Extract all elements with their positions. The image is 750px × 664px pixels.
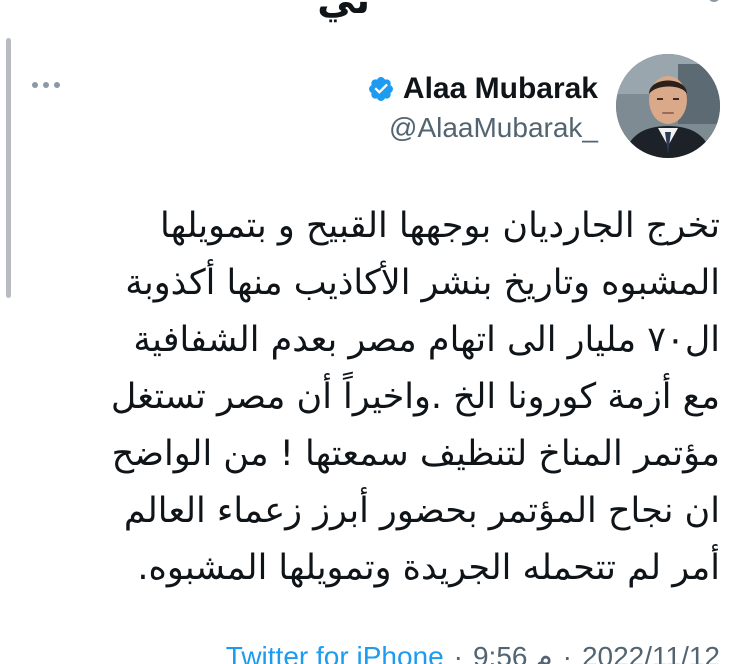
- verified-badge-icon: [367, 75, 395, 103]
- author-name-row[interactable]: Alaa Mubarak: [367, 72, 598, 106]
- tweet-line: تخرج الجارديان بوجهها القبيح و بتمويلها: [160, 206, 720, 246]
- tweet-date[interactable]: 2022/11/12: [582, 641, 720, 664]
- meta-separator: ·: [562, 641, 572, 664]
- tweet-line: المشبوه وتاريخ بنشر الأكاذيب منها أكذوبة: [125, 263, 720, 303]
- author-avatar[interactable]: [616, 54, 720, 158]
- tweet-source-link[interactable]: Twitter for iPhone: [226, 641, 444, 664]
- tweet-time[interactable]: 9:56 م: [473, 640, 553, 664]
- tweet-line: ال٧٠ مليار الى اتهام مصر بعدم الشفافية: [133, 320, 720, 360]
- previous-tweet-dot: [708, 0, 720, 2]
- tweet-line: أمر لم تتحمله الجريدة وتمويلها المشبوه.: [137, 548, 720, 588]
- tweet-line: ان نجاح المؤتمر بحضور أبرز زعماء العالم: [123, 491, 720, 531]
- tweet-meta: 2022/11/12 · 9:56 م · Twitter for iPhone: [226, 640, 720, 664]
- previous-tweet-fragment: ني: [0, 0, 750, 22]
- more-dot: [32, 82, 38, 88]
- author-display-name[interactable]: Alaa Mubarak: [403, 72, 598, 106]
- more-horizontal-icon[interactable]: [32, 82, 60, 88]
- tweet-body: تخرج الجارديان بوجهها القبيح و بتمويلها …: [30, 198, 720, 597]
- tweet-detail-screen: ني Alaa Mubarak @AlaaMubarak_ تخرج الجار…: [0, 0, 750, 664]
- author-handle[interactable]: @AlaaMubarak_: [389, 112, 598, 144]
- meta-separator: ·: [453, 641, 463, 664]
- more-dot: [54, 82, 60, 88]
- tweet-line: مع أزمة كورونا الخ .واخيراً أن مصر تستغل: [110, 377, 720, 417]
- scrollbar[interactable]: [6, 38, 11, 298]
- previous-tweet-text: ني: [317, 0, 370, 22]
- tweet-line: مؤتمر المناخ لتنظيف سمعتها ! من الواضح: [111, 434, 720, 474]
- more-dot: [43, 82, 49, 88]
- avatar-photo-icon: [616, 54, 720, 158]
